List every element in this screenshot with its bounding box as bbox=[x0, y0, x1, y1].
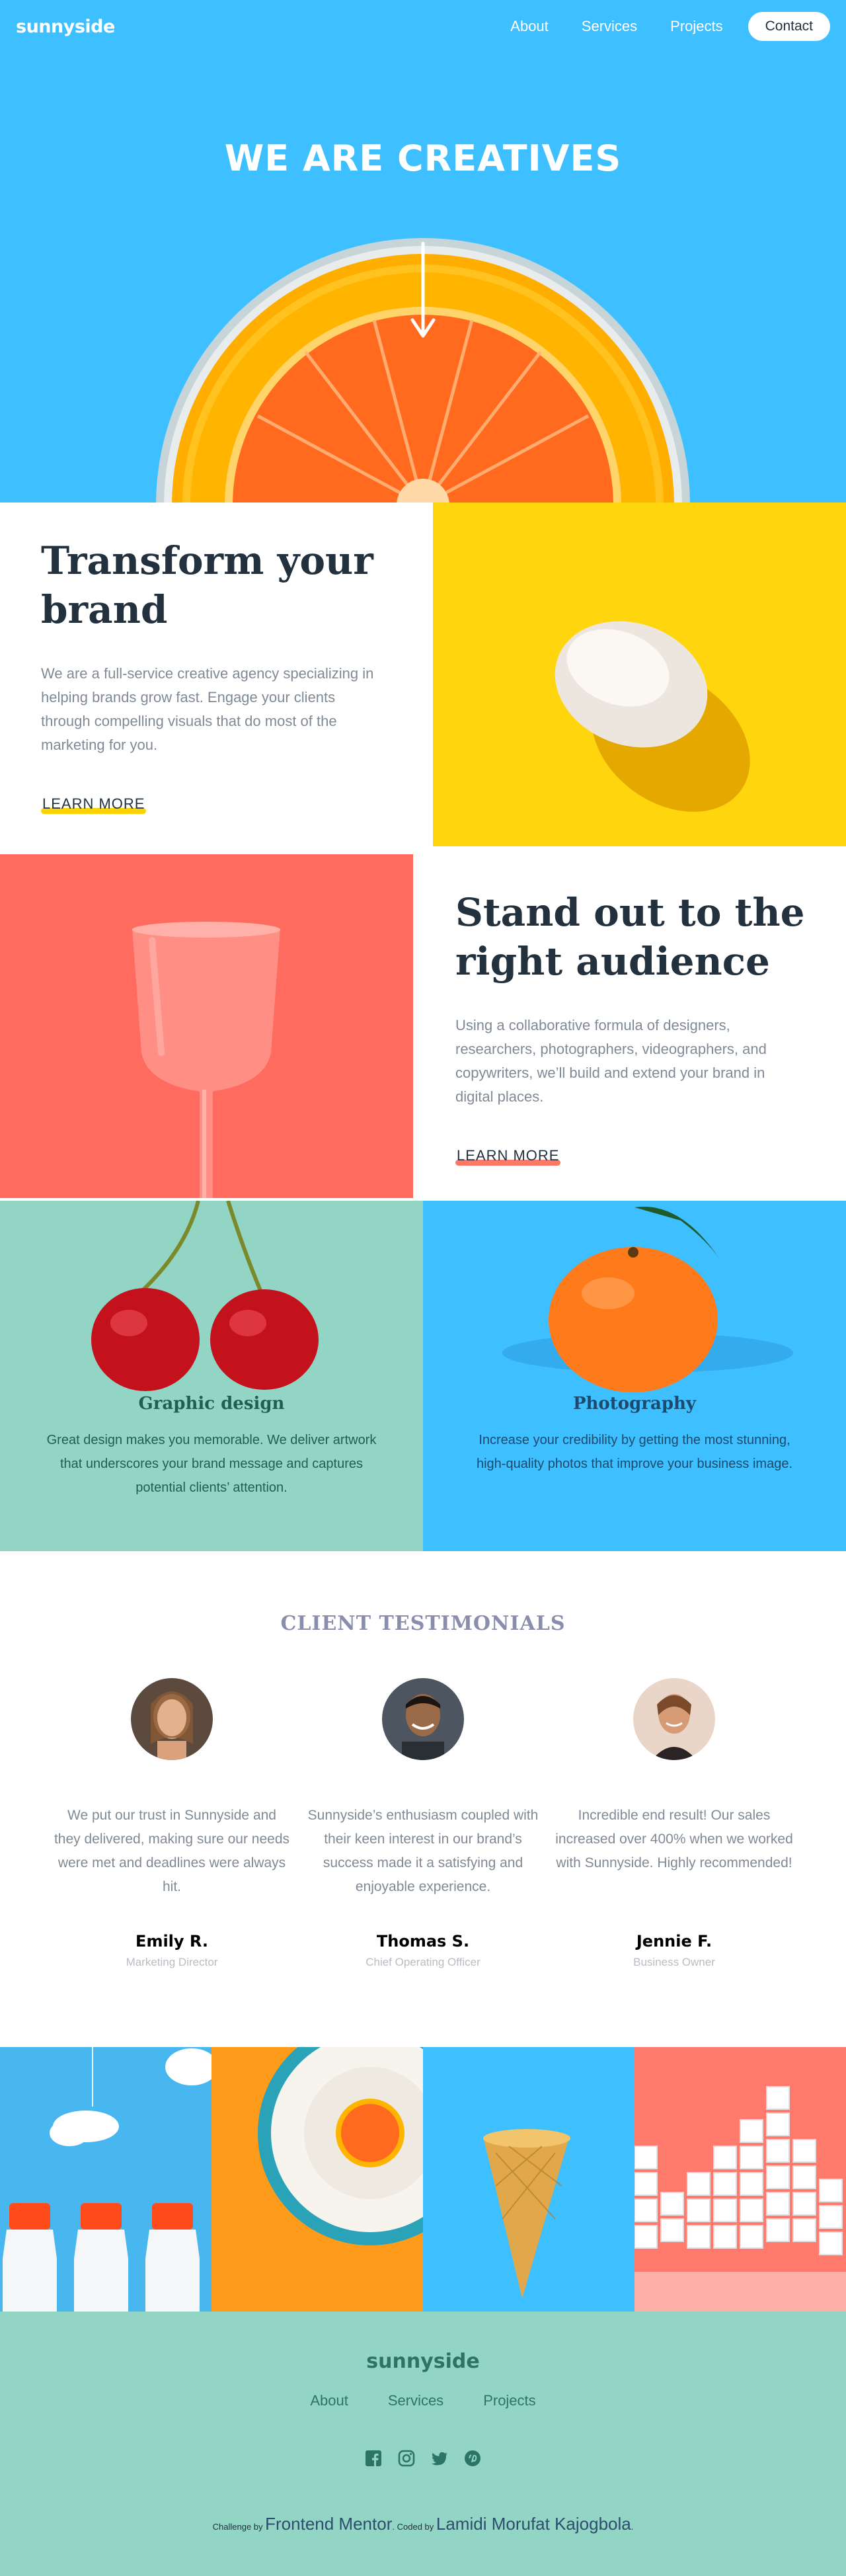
hero-section: sunnyside About Services Projects Contac… bbox=[0, 0, 846, 503]
testimonial-card: We put our trust in Sunnyside and they d… bbox=[53, 1678, 291, 1969]
attribution: Challenge by Frontend Mentor. Coded by L… bbox=[0, 2514, 846, 2534]
gallery-section bbox=[0, 2047, 846, 2312]
avatar bbox=[382, 1678, 464, 1760]
contact-button[interactable]: Contact bbox=[748, 12, 830, 41]
feature-stand-out: Stand out to the right audience Using a … bbox=[0, 854, 846, 1198]
arrow-down-icon[interactable] bbox=[410, 242, 436, 341]
egg-illustration bbox=[433, 503, 846, 846]
avatar bbox=[131, 1678, 213, 1760]
footer-link-services[interactable]: Services bbox=[388, 2392, 443, 2409]
site-logo[interactable]: sunnyside bbox=[16, 17, 115, 37]
glass-illustration bbox=[0, 854, 413, 1198]
attribution-end: . bbox=[631, 2522, 634, 2532]
pinterest-icon[interactable] bbox=[463, 2449, 482, 2468]
service-title: Photography bbox=[572, 1394, 697, 1414]
testimonials-heading: CLIENT TESTIMONIALS bbox=[280, 1612, 566, 1635]
testimonial-name: Jennie F. bbox=[636, 1932, 712, 1951]
service-text: Graphic design Great design makes you me… bbox=[46, 1394, 377, 1500]
service-title: Graphic design bbox=[138, 1394, 285, 1414]
feature-body: Using a collaborative formula of designe… bbox=[455, 1017, 767, 1105]
gallery-milkbottles-image bbox=[0, 2047, 212, 2312]
testimonial-quote: Sunnyside’s enthusiasm coupled with thei… bbox=[307, 1808, 539, 1894]
testimonial-name: Emily R. bbox=[135, 1932, 208, 1951]
feature-text-block: Transform your brand We are a full-servi… bbox=[0, 503, 433, 846]
footer-logo[interactable]: sunnyside bbox=[0, 2350, 846, 2373]
feature-body: We are a full-service creative agency sp… bbox=[41, 665, 374, 753]
egg-image bbox=[433, 503, 846, 846]
service-body: Great design makes you memorable. We del… bbox=[46, 1433, 377, 1495]
orange-image bbox=[423, 1201, 846, 1551]
service-photography: Photography Increase your credibility by… bbox=[423, 1201, 846, 1551]
nav-link-services[interactable]: Services bbox=[582, 18, 637, 35]
feature-title: Stand out to the right audience bbox=[455, 890, 805, 984]
attribution-coded: Coded by bbox=[397, 2522, 434, 2532]
testimonial-quote: Incredible end result! Our sales increas… bbox=[555, 1808, 793, 1871]
testimonial-card: Sunnyside’s enthusiasm coupled with thei… bbox=[304, 1678, 542, 1969]
gallery-orange-plate-image bbox=[212, 2047, 423, 2312]
avatar bbox=[633, 1678, 715, 1760]
attribution-author[interactable]: Lamidi Morufat Kajogbola bbox=[436, 2514, 631, 2534]
testimonial-name: Thomas S. bbox=[376, 1932, 470, 1951]
footer-link-projects[interactable]: Projects bbox=[483, 2392, 535, 2409]
hero-title: WE ARE CREATIVES bbox=[224, 138, 622, 179]
learn-more-label: Learn more bbox=[42, 795, 145, 812]
attribution-link[interactable]: Frontend Mentor bbox=[265, 2514, 392, 2534]
testimonials-grid: We put our trust in Sunnyside and they d… bbox=[53, 1678, 793, 1969]
learn-more-label: Learn more bbox=[457, 1147, 560, 1164]
gallery-cone-image bbox=[423, 2047, 634, 2312]
services-section: Graphic design Great design makes you me… bbox=[0, 1201, 846, 1551]
instagram-icon[interactable] bbox=[397, 2449, 416, 2468]
testimonial-role: Marketing Director bbox=[126, 1956, 218, 1968]
testimonial-role: Chief Operating Officer bbox=[365, 1956, 481, 1968]
service-body: Increase your credibility by getting the… bbox=[476, 1433, 793, 1471]
feature-title: Transform your brand bbox=[41, 538, 373, 632]
feature-transform: Transform your brand We are a full-servi… bbox=[0, 503, 846, 846]
attribution-separator: . bbox=[392, 2522, 395, 2532]
twitter-icon[interactable] bbox=[430, 2449, 449, 2468]
learn-more-link[interactable]: Learn more bbox=[455, 1147, 561, 1166]
top-nav: sunnyside About Services Projects Contac… bbox=[0, 0, 846, 53]
footer-link-about[interactable]: About bbox=[310, 2392, 348, 2409]
gallery-sugarcubes-image bbox=[634, 2047, 846, 2312]
attribution-prefix: Challenge by bbox=[212, 2522, 263, 2532]
testimonial-card: Incredible end result! Our sales increas… bbox=[555, 1678, 793, 1969]
footer-nav: About Services Projects bbox=[0, 2392, 846, 2409]
social-links bbox=[0, 2449, 846, 2468]
glass-image bbox=[0, 854, 413, 1198]
nav-links: About Services Projects Contact bbox=[477, 12, 830, 41]
testimonials-section: CLIENT TESTIMONIALS We put our trust in … bbox=[0, 1551, 846, 2047]
testimonial-quote: We put our trust in Sunnyside and they d… bbox=[54, 1808, 290, 1894]
site-footer: sunnyside About Services Projects Challe… bbox=[0, 2312, 846, 2576]
testimonial-role: Business Owner bbox=[633, 1956, 715, 1968]
service-text: Photography Increase your credibility by… bbox=[469, 1394, 800, 1476]
nav-link-about[interactable]: About bbox=[510, 18, 549, 35]
service-graphic-design: Graphic design Great design makes you me… bbox=[0, 1201, 423, 1551]
facebook-icon[interactable] bbox=[364, 2449, 383, 2468]
feature-text-block: Stand out to the right audience Using a … bbox=[413, 854, 846, 1198]
nav-link-projects[interactable]: Projects bbox=[670, 18, 722, 35]
learn-more-link[interactable]: Learn more bbox=[41, 795, 147, 814]
